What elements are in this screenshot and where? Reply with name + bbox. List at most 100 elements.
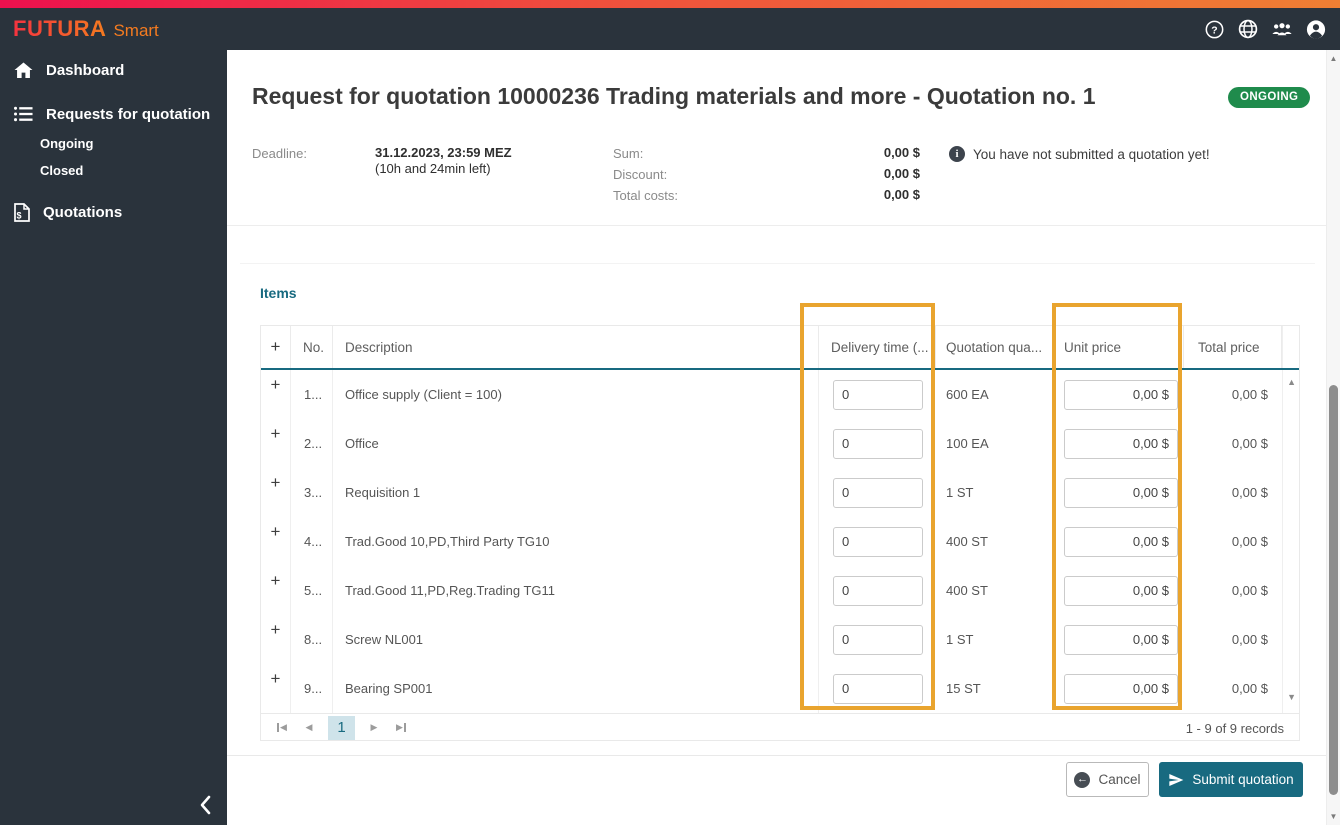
column-header-no: No. xyxy=(291,326,333,368)
discount-label: Discount: xyxy=(613,167,668,182)
table-row: + 1... Office supply (Client = 100) 600 … xyxy=(261,370,1299,419)
unit-price-input[interactable] xyxy=(1064,428,1178,459)
pagination-last-button[interactable]: ▶ xyxy=(393,720,409,736)
delivery-time-input[interactable] xyxy=(833,428,923,459)
row-description: Office supply (Client = 100) xyxy=(333,370,819,419)
column-header-unit-price: Unit price xyxy=(1054,326,1184,368)
expand-row-button[interactable]: + xyxy=(261,468,291,517)
table-scrollbar-cell xyxy=(1282,615,1299,664)
deadline-remaining: (10h and 24min left) xyxy=(375,161,491,176)
items-table: + No. Description Delivery time (... Quo… xyxy=(260,325,1300,741)
community-icon[interactable] xyxy=(1272,19,1292,39)
table-scrollbar-header-cell xyxy=(1282,326,1299,368)
svg-text:$: $ xyxy=(16,210,21,220)
scrollbar-up-icon[interactable]: ▲ xyxy=(1327,54,1340,63)
table-scrollbar-cell xyxy=(1282,517,1299,566)
sidebar-item-dashboard[interactable]: Dashboard xyxy=(0,59,124,81)
sidebar-item-label: Dashboard xyxy=(46,61,125,79)
sidebar-item-label: Quotations xyxy=(43,203,123,221)
row-total-price: 0,00 $ xyxy=(1231,534,1268,549)
expand-row-button[interactable]: + xyxy=(261,566,291,615)
expand-row-button[interactable]: + xyxy=(261,370,291,419)
table-row: + 5... Trad.Good 11,PD,Reg.Trading TG11 … xyxy=(261,566,1299,615)
delivery-time-input[interactable] xyxy=(833,477,923,508)
row-no: 8... xyxy=(291,615,333,664)
sidebar-item-requests[interactable]: Requests for quotation xyxy=(0,103,210,125)
delivery-time-input[interactable] xyxy=(833,526,923,557)
sidebar: Dashboard Requests for quotation Ongoing… xyxy=(0,50,227,825)
unit-price-input[interactable] xyxy=(1064,575,1178,606)
unit-price-input[interactable] xyxy=(1064,673,1178,704)
section-divider xyxy=(227,225,1326,226)
pagination-page-1[interactable]: 1 xyxy=(328,715,355,740)
page-title: Request for quotation 10000236 Trading m… xyxy=(252,83,1096,109)
brand-name: FUTURA xyxy=(13,16,107,41)
row-total-price: 0,00 $ xyxy=(1231,485,1268,500)
status-badge: ONGOING xyxy=(1228,87,1311,108)
row-description: Trad.Good 11,PD,Reg.Trading TG11 xyxy=(333,566,819,615)
table-scroll-up-icon[interactable]: ▲ xyxy=(1287,377,1296,387)
cancel-button[interactable]: ← Cancel xyxy=(1066,762,1149,797)
sum-value: 0,00 $ xyxy=(883,145,920,160)
row-total-price: 0,00 $ xyxy=(1231,681,1268,696)
page-scrollbar[interactable]: ▲ ▼ xyxy=(1326,50,1340,825)
chevron-left-icon xyxy=(200,795,211,815)
expand-row-button[interactable]: + xyxy=(261,517,291,566)
unit-price-input[interactable] xyxy=(1064,477,1178,508)
first-page-icon xyxy=(277,723,280,732)
sidebar-subitem-ongoing[interactable]: Ongoing xyxy=(40,136,93,151)
expand-row-button[interactable]: + xyxy=(261,615,291,664)
table-scroll-down-icon[interactable]: ▼ xyxy=(1287,692,1296,702)
main-content: Request for quotation 10000236 Trading m… xyxy=(227,50,1326,825)
pagination-next-button[interactable]: ▶ xyxy=(366,720,382,736)
account-icon[interactable] xyxy=(1306,19,1326,39)
expand-row-button[interactable]: + xyxy=(261,664,291,713)
table-row: + 8... Screw NL001 1 ST 0,00 $ xyxy=(261,615,1299,664)
unit-price-input[interactable] xyxy=(1064,624,1178,655)
brand-gradient-strip xyxy=(0,0,1340,8)
row-total-price: 0,00 $ xyxy=(1231,436,1268,451)
footer-divider xyxy=(227,755,1326,756)
row-no: 5... xyxy=(291,566,333,615)
brand-suffix: Smart xyxy=(113,21,159,40)
delivery-time-input[interactable] xyxy=(833,673,923,704)
submit-button-label: Submit quotation xyxy=(1192,772,1294,787)
cancel-button-label: Cancel xyxy=(1098,772,1141,787)
row-description: Trad.Good 10,PD,Third Party TG10 xyxy=(333,517,819,566)
deadline-label: Deadline: xyxy=(252,146,307,161)
collapse-sidebar-button[interactable] xyxy=(190,790,220,820)
submit-quotation-button[interactable]: Submit quotation xyxy=(1159,762,1303,797)
table-scrollbar-cell xyxy=(1282,664,1299,713)
table-scrollbar-cell xyxy=(1282,468,1299,517)
row-description: Office xyxy=(333,419,819,468)
delivery-time-input[interactable] xyxy=(833,624,923,655)
home-icon xyxy=(14,61,33,79)
column-header-description: Description xyxy=(333,326,819,368)
delivery-time-input[interactable] xyxy=(833,379,923,410)
scrollbar-thumb[interactable] xyxy=(1329,385,1338,795)
table-row: + 9... Bearing SP001 15 ST 0,00 $ xyxy=(261,664,1299,713)
row-description: Bearing SP001 xyxy=(333,664,819,713)
unit-price-input[interactable] xyxy=(1064,379,1178,410)
expand-all-button[interactable]: + xyxy=(261,326,291,368)
help-icon[interactable]: ? xyxy=(1204,19,1224,39)
pagination-prev-button[interactable]: ◀ xyxy=(301,720,317,736)
column-header-quotation-quantity: Quotation qua... xyxy=(936,326,1054,368)
sidebar-subitem-closed[interactable]: Closed xyxy=(40,163,83,178)
scrollbar-down-icon[interactable]: ▼ xyxy=(1327,812,1340,821)
pagination-first-button[interactable]: ◀ xyxy=(274,720,290,736)
table-scrollbar-cell xyxy=(1282,419,1299,468)
row-quantity: 400 ST xyxy=(946,534,988,549)
row-quantity: 600 EA xyxy=(946,387,989,402)
row-quantity: 15 ST xyxy=(946,681,981,696)
row-quantity: 1 ST xyxy=(946,632,974,647)
unit-price-input[interactable] xyxy=(1064,526,1178,557)
language-globe-icon[interactable] xyxy=(1238,19,1258,39)
row-description: Screw NL001 xyxy=(333,615,819,664)
app-window: FUTURA Smart ? Dashboard Requests for qu… xyxy=(0,0,1340,825)
sidebar-item-quotations[interactable]: $ Quotations xyxy=(0,201,122,223)
delivery-time-input[interactable] xyxy=(833,575,923,606)
row-total-price: 0,00 $ xyxy=(1231,583,1268,598)
expand-row-button[interactable]: + xyxy=(261,419,291,468)
discount-value: 0,00 $ xyxy=(883,166,920,181)
